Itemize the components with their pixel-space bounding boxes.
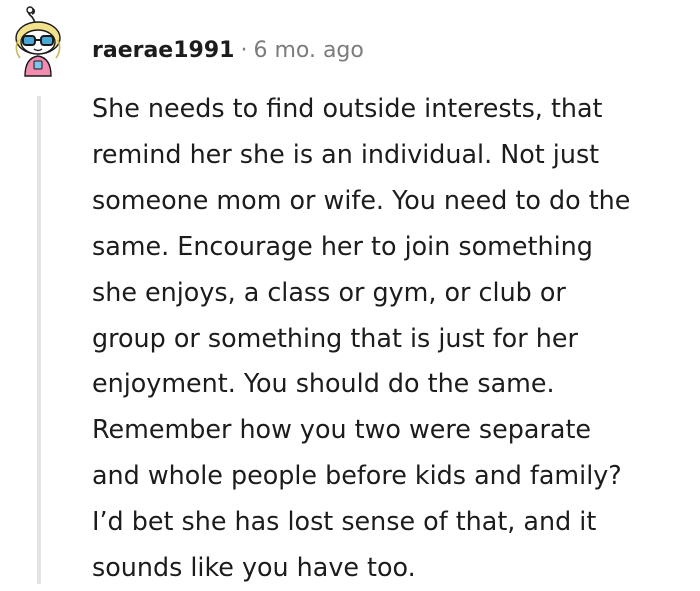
comment-line: Remember how you two were separate: [92, 414, 592, 445]
comment-header: raerae1991 · 6 mo. ago: [92, 36, 364, 66]
comment-line: enjoyment. You should do the same.: [92, 368, 555, 399]
comment-line: remind her she is an individual. Not jus…: [92, 138, 600, 169]
comment-paragraph: She needs to find outside interests, tha…: [92, 86, 696, 591]
comment-line: someone mom or wife. You need to do the: [92, 184, 631, 215]
comment-line: she enjoys, a class or gym, or club or: [92, 276, 566, 307]
comment-line: I’d bet she has lost sense of that, and …: [92, 506, 597, 537]
comment-body: She needs to find outside interests, tha…: [92, 86, 696, 591]
comment-line: group or something that is just for her: [92, 322, 578, 353]
comment-line: sounds like you have too.: [92, 552, 416, 583]
comment: raerae1991 · 6 mo. ago She needs to find o…: [0, 0, 700, 584]
comment-timestamp[interactable]: 6 mo. ago: [253, 38, 363, 63]
user-avatar[interactable]: [8, 6, 68, 78]
comment-line: She needs to find outside interests, tha…: [92, 93, 603, 123]
comment-line: and whole people before kids and family?: [92, 460, 622, 491]
thread-collapse-line[interactable]: [37, 96, 41, 584]
username-link[interactable]: raerae1991: [92, 38, 234, 63]
snoo-avatar-icon: [15, 6, 61, 77]
separator-dot: ·: [240, 38, 248, 63]
comment-line: same. Encourage her to join something: [92, 230, 593, 261]
